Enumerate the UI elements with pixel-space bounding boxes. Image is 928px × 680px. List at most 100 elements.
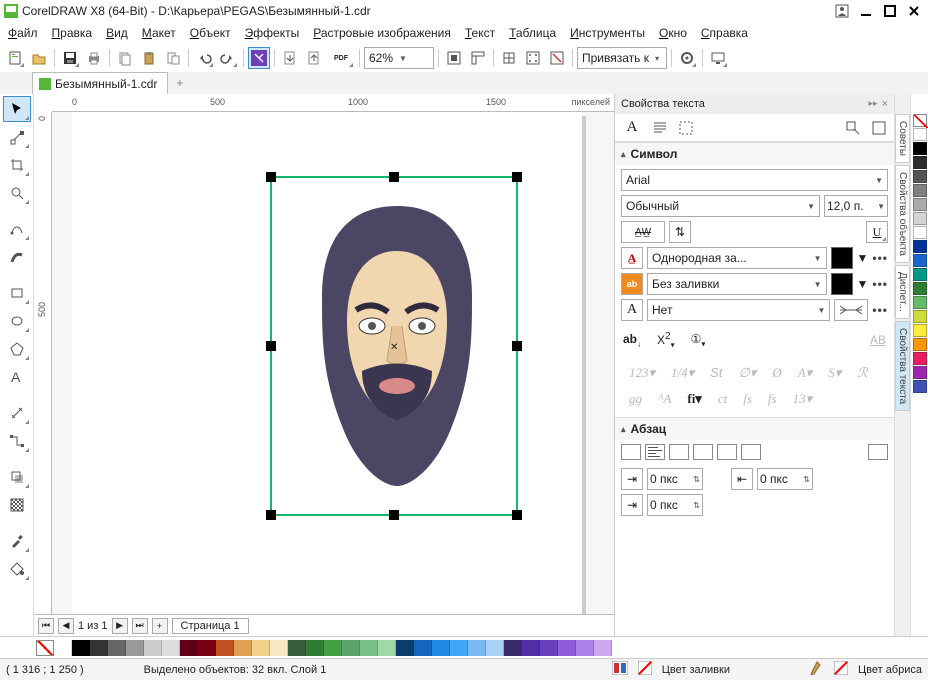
fill-color-swatch[interactable] bbox=[831, 247, 853, 269]
rectangle-tool[interactable] bbox=[3, 280, 31, 306]
swatch[interactable] bbox=[270, 640, 288, 656]
swatch[interactable] bbox=[126, 640, 144, 656]
text-tool[interactable]: A bbox=[3, 364, 31, 390]
swatch[interactable] bbox=[468, 640, 486, 656]
panel-expand-icon[interactable]: ▸▸ bbox=[869, 98, 878, 110]
menu-Файл[interactable]: Файл bbox=[8, 26, 38, 40]
menu-Инструменты[interactable]: Инструменты bbox=[570, 26, 645, 40]
menu-Правка[interactable]: Правка bbox=[52, 26, 93, 40]
menu-Эффекты[interactable]: Эффекты bbox=[245, 26, 300, 40]
swatch[interactable] bbox=[414, 640, 432, 656]
document-tab[interactable]: Безымянный-1.cdr bbox=[32, 72, 168, 94]
first-line-indent-spin[interactable]: 0 пкс⇅ bbox=[757, 468, 813, 490]
menu-Таблица[interactable]: Таблица bbox=[509, 26, 556, 40]
ellipse-tool[interactable] bbox=[3, 308, 31, 334]
crop-tool[interactable] bbox=[3, 152, 31, 178]
default-button[interactable] bbox=[868, 117, 890, 139]
swatch[interactable] bbox=[913, 366, 927, 379]
swatch[interactable] bbox=[913, 310, 927, 323]
docker-tab-1[interactable]: Свойства объекта bbox=[895, 165, 910, 263]
swatch[interactable] bbox=[558, 640, 576, 656]
superscript-button[interactable]: X2▾ bbox=[657, 331, 675, 349]
circled-button[interactable]: ①▾ bbox=[691, 332, 706, 348]
launch-button[interactable] bbox=[707, 47, 729, 69]
subscript-button[interactable]: ab↓ bbox=[623, 332, 641, 348]
grid-button[interactable] bbox=[498, 47, 520, 69]
paragraph-section-header[interactable]: Абзац bbox=[615, 418, 894, 440]
swatch[interactable] bbox=[72, 640, 90, 656]
search-content-button[interactable] bbox=[248, 47, 270, 69]
allcaps-button[interactable]: AB bbox=[870, 333, 886, 347]
font-family-combo[interactable]: Arial▼ bbox=[621, 169, 888, 191]
close-button[interactable] bbox=[904, 2, 924, 20]
fullscreen-button[interactable] bbox=[443, 47, 465, 69]
export-button[interactable] bbox=[303, 47, 325, 69]
publish-pdf-button[interactable]: PDF bbox=[327, 47, 355, 69]
ot-frac[interactable]: 1/4▾ bbox=[671, 365, 694, 381]
ot-swash[interactable]: St bbox=[710, 365, 722, 381]
artistic-media-tool[interactable] bbox=[3, 244, 31, 270]
horizontal-ruler[interactable]: 0 500 1000 1500 пикселей bbox=[52, 94, 614, 112]
maximize-button[interactable] bbox=[880, 2, 900, 20]
swatch[interactable] bbox=[913, 380, 927, 393]
prev-page-button[interactable]: ◀ bbox=[58, 618, 74, 634]
side-palette[interactable] bbox=[910, 94, 928, 636]
options-button[interactable] bbox=[676, 47, 698, 69]
ot-13[interactable]: 13▾ bbox=[793, 391, 813, 407]
copy-button[interactable] bbox=[114, 47, 136, 69]
swatch[interactable] bbox=[540, 640, 558, 656]
swatch[interactable] bbox=[594, 640, 612, 656]
ot-sa[interactable]: ᴬA bbox=[658, 391, 671, 407]
ot-ct[interactable]: ct bbox=[718, 391, 727, 407]
fill-more-button[interactable]: ••• bbox=[872, 251, 888, 265]
swatch[interactable] bbox=[108, 640, 126, 656]
swatch[interactable] bbox=[180, 640, 198, 656]
parallel-dimension-tool[interactable] bbox=[3, 400, 31, 426]
ot-a[interactable]: A▾ bbox=[798, 365, 812, 381]
connector-tool[interactable] bbox=[3, 428, 31, 454]
swatch[interactable] bbox=[252, 640, 270, 656]
new-doc-button[interactable] bbox=[4, 47, 26, 69]
fill-none-icon[interactable] bbox=[638, 661, 652, 678]
drop-shadow-tool[interactable] bbox=[3, 464, 31, 490]
frame-tab[interactable] bbox=[675, 117, 697, 139]
swatch[interactable] bbox=[913, 338, 927, 351]
font-style-combo[interactable]: Обычный▼ bbox=[621, 195, 820, 217]
swatch[interactable] bbox=[913, 352, 927, 365]
docker-tab-0[interactable]: Советы bbox=[895, 114, 910, 163]
swatch[interactable] bbox=[144, 640, 162, 656]
guides-button[interactable] bbox=[522, 47, 544, 69]
fill-tool[interactable] bbox=[3, 556, 31, 582]
ot-ordinal[interactable]: Ø bbox=[772, 365, 781, 381]
align-justify-button[interactable] bbox=[717, 444, 737, 460]
swatch[interactable] bbox=[486, 640, 504, 656]
outline-style-button[interactable] bbox=[834, 299, 868, 321]
print-button[interactable] bbox=[83, 47, 105, 69]
polygon-tool[interactable] bbox=[3, 336, 31, 362]
bg-more-button[interactable]: ••• bbox=[872, 277, 888, 291]
paste-button[interactable] bbox=[138, 47, 160, 69]
swatch[interactable] bbox=[913, 184, 927, 197]
ot-fs[interactable]: fs bbox=[768, 391, 777, 407]
clipboard-button[interactable] bbox=[162, 47, 184, 69]
swatch[interactable] bbox=[432, 640, 450, 656]
zoom-tool[interactable] bbox=[3, 180, 31, 206]
swatch[interactable] bbox=[913, 156, 927, 169]
zoom-combo[interactable]: 62%▼ bbox=[364, 47, 434, 69]
selection-box[interactable]: ✕ bbox=[270, 176, 518, 516]
menu-Окно[interactable]: Окно bbox=[659, 26, 687, 40]
docker-tab-2[interactable]: Диспет... bbox=[895, 265, 910, 319]
undo-button[interactable] bbox=[193, 47, 215, 69]
ot-s[interactable]: S▾ bbox=[828, 365, 841, 381]
next-page-button[interactable]: ▶ bbox=[112, 618, 128, 634]
swatch[interactable] bbox=[913, 296, 927, 309]
ot-ornm[interactable]: ∅▾ bbox=[738, 365, 756, 381]
page-tab[interactable]: Страница 1 bbox=[172, 618, 249, 634]
canvas[interactable]: ✕ bbox=[52, 112, 614, 614]
swatch[interactable] bbox=[216, 640, 234, 656]
pick-tool[interactable] bbox=[3, 96, 31, 122]
swatch[interactable] bbox=[450, 640, 468, 656]
shape-tool[interactable] bbox=[3, 124, 31, 150]
outline-none-icon[interactable] bbox=[834, 661, 848, 678]
save-button[interactable] bbox=[59, 47, 81, 69]
